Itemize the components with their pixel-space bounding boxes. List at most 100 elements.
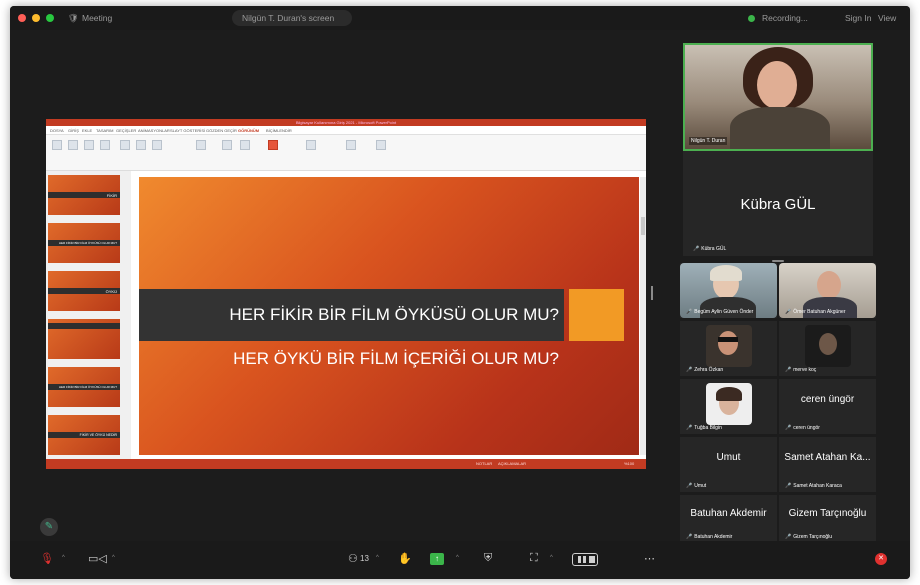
handout-master-icon[interactable]	[152, 140, 162, 150]
ppt-tab[interactable]: BİÇİMLENDİR	[266, 128, 292, 133]
screen-share-pill[interactable]: Nilgün T. Duran's screen	[232, 10, 352, 26]
reactions-hand-icon[interactable]: ✋	[398, 552, 412, 565]
participant-display-name: Kübra GÜL	[740, 196, 816, 213]
ppt-tab-active[interactable]: GÖRÜNÜM	[238, 128, 259, 133]
slide-thumbnail[interactable]: FİKİR	[48, 175, 120, 215]
participant-tile[interactable]: Samet Atahan Ka... 🎤 Samet Atahan Karaca	[779, 437, 876, 492]
speaker-body	[730, 107, 830, 149]
zoom-level[interactable]: %100	[624, 461, 634, 466]
gallery-drag-handle[interactable]	[772, 260, 784, 262]
slide-sorter-icon[interactable]	[84, 140, 94, 150]
ppt-tab[interactable]: GEÇİŞLER	[116, 128, 136, 133]
outline-view-icon[interactable]	[68, 140, 78, 150]
color-icon[interactable]	[268, 140, 278, 150]
zoom-icon[interactable]	[222, 140, 232, 150]
apps-icon[interactable]: ⛶	[530, 552, 538, 565]
slide-scrollbar[interactable]	[640, 177, 646, 455]
participant-display-name: Gizem Tarçınoğlu	[788, 508, 867, 519]
chevron-up-icon[interactable]: ^	[376, 555, 379, 561]
participant-tile[interactable]: 🎤 merve koç	[779, 321, 876, 376]
slide-thumbnail[interactable]: ÖYKÜ	[48, 271, 120, 311]
meeting-label: Meeting	[82, 13, 113, 23]
mic-muted-icon[interactable]: 🎙	[40, 552, 54, 565]
maximize-window-icon[interactable]	[46, 14, 54, 22]
ppt-tab[interactable]: EKLE	[82, 128, 92, 133]
mic-muted-icon: 🎤	[693, 246, 700, 252]
slide-subtitle: HER ÖYKÜ BİR FİLM İÇERİĞİ OLUR MU?	[233, 349, 559, 368]
speaker-face	[757, 61, 797, 109]
share-screen-icon[interactable]: ↑	[430, 553, 444, 565]
ppt-tab[interactable]: DOSYA	[50, 128, 64, 133]
participant-tile[interactable]: ceren üngör 🎤 ceren üngör	[779, 379, 876, 434]
annotate-pen-icon[interactable]: ✎	[40, 518, 58, 536]
ppt-status-bar: NOTLAR AÇIKLAMALAR %100	[46, 459, 646, 469]
shared-screen: Bilgisayar Kullanımına Giriş 2021 - Micr…	[46, 119, 646, 469]
switch-windows-icon[interactable]	[346, 140, 356, 150]
more-options-icon[interactable]: ⋯	[644, 552, 655, 565]
participant-name: 🎤 Umut	[686, 483, 707, 489]
participant-display-name: Samet Atahan Ka...	[784, 452, 871, 463]
new-window-icon[interactable]	[306, 140, 316, 150]
video-camera-icon[interactable]: ▭◁	[88, 552, 107, 565]
active-speaker-video[interactable]: Nilgün T. Duran	[683, 43, 873, 151]
reading-view-icon[interactable]	[120, 140, 130, 150]
participant-tile[interactable]: Umut 🎤 Umut	[680, 437, 777, 492]
ppt-ribbon	[46, 135, 646, 171]
chevron-up-icon[interactable]: ^	[62, 555, 65, 561]
participant-display-name: ceren üngör	[800, 394, 855, 405]
participant-tile-kubra[interactable]: Kübra GÜL 🎤 Kübra GÜL	[683, 151, 873, 256]
ruler-checkbox-icon[interactable]	[196, 140, 206, 150]
ppt-tab[interactable]: GÖZDEN GEÇİR	[206, 128, 237, 133]
close-window-icon[interactable]	[18, 14, 26, 22]
comments-button[interactable]: AÇIKLAMALAR	[498, 461, 526, 466]
fit-window-icon[interactable]	[240, 140, 250, 150]
participant-tile[interactable]: 🎤 Tuğba Bilgin	[680, 379, 777, 434]
notes-button[interactable]: NOTLAR	[476, 461, 492, 466]
recording-label[interactable]: Recording...	[762, 13, 808, 23]
participant-name: 🎤 Samet Atahan Karaca	[785, 483, 842, 489]
panel-splitter[interactable]	[651, 286, 653, 300]
ppt-tab[interactable]: SLAYT GÖSTERİSİ	[170, 128, 205, 133]
ppt-tab[interactable]: TASARIM	[96, 128, 113, 133]
ppt-tab[interactable]: ANİMASYONLAR	[138, 128, 170, 133]
sign-in-button[interactable]: Sign In	[845, 13, 871, 23]
speaker-name-label: Nilgün T. Duran	[689, 137, 728, 145]
macros-icon[interactable]	[376, 140, 386, 150]
end-meeting-icon[interactable]: ✕	[875, 553, 887, 565]
ppt-tab[interactable]: GİRİŞ	[68, 128, 79, 133]
participants-count[interactable]: 13	[360, 554, 369, 563]
slide-thumbnail[interactable]: HER FİKİR BİR FİLM ÖYKÜSÜ OLUR MU?	[48, 367, 120, 407]
minimize-window-icon[interactable]	[32, 14, 40, 22]
current-slide[interactable]: HER FİKİR BİR FİLM ÖYKÜSÜ OLUR MU? HER Ö…	[139, 177, 639, 455]
zoom-window: 🛡 Meeting Nilgün T. Duran's screen Recor…	[10, 6, 910, 579]
ppt-ribbon-tabs: DOSYA GİRİŞ EKLE TASARIM GEÇİŞLER ANİMAS…	[46, 126, 646, 135]
participants-icon[interactable]: ⚇	[348, 552, 358, 565]
participant-tile[interactable]: 🎤 Zehra Özkan	[680, 321, 777, 376]
participant-tile[interactable]: 🎤 Begüm Aylin Güven Önder	[680, 263, 777, 318]
chevron-up-icon[interactable]: ^	[112, 555, 115, 561]
shield-icon[interactable]: 🛡	[68, 13, 79, 24]
participant-tile[interactable]: 🎤 Ömer Batuhan Akgüner	[779, 263, 876, 318]
chevron-up-icon[interactable]: ^	[550, 555, 553, 561]
slide-thumbnails-pane: FİKİR HER FİKİR BİR FİLM ÖYKÜSÜ OLUR MU?…	[46, 171, 131, 459]
participant-tile[interactable]: Gizem Tarçınoğlu 🎤 Gizem Tarçınoğlu	[779, 495, 876, 541]
participant-name: 🎤 Zehra Özkan	[686, 367, 724, 373]
normal-view-icon[interactable]	[52, 140, 62, 150]
participant-name: 🎤 merve koç	[785, 367, 817, 373]
slide-master-icon[interactable]	[136, 140, 146, 150]
participant-name-label: 🎤 Kübra GÜL	[693, 246, 727, 252]
slide-thumbnail[interactable]: FİKİR VE ÖYKÜ NEDİR	[48, 415, 120, 455]
security-shield-icon[interactable]: ⛨	[484, 552, 492, 565]
meeting-toolbar: 🎙 ^ ▭◁ ^ ⚇ 13 ^ ✋ ↑ ^ ⛨ ⛶ ^ ⋯ ✕	[10, 541, 910, 579]
slide-thumbnail[interactable]: HER FİKİR BİR FİLM ÖYKÜSÜ OLUR MU?	[48, 223, 120, 263]
pause-stop-recording-icon[interactable]	[572, 553, 598, 566]
participant-tile[interactable]: Batuhan Akdemir 🎤 Batuhan Akdemir	[680, 495, 777, 541]
ppt-title-bar: Bilgisayar Kullanımına Giriş 2021 - Micr…	[46, 119, 646, 126]
notes-page-icon[interactable]	[100, 140, 110, 150]
slide-thumbnail[interactable]	[48, 319, 120, 359]
slide-title: HER FİKİR BİR FİLM ÖYKÜSÜ OLUR MU?	[229, 305, 559, 324]
participant-display-name: Batuhan Akdemir	[690, 508, 767, 519]
view-button[interactable]: View	[878, 13, 896, 23]
chevron-up-icon[interactable]: ^	[456, 555, 459, 561]
slide-accent-square	[569, 289, 624, 341]
